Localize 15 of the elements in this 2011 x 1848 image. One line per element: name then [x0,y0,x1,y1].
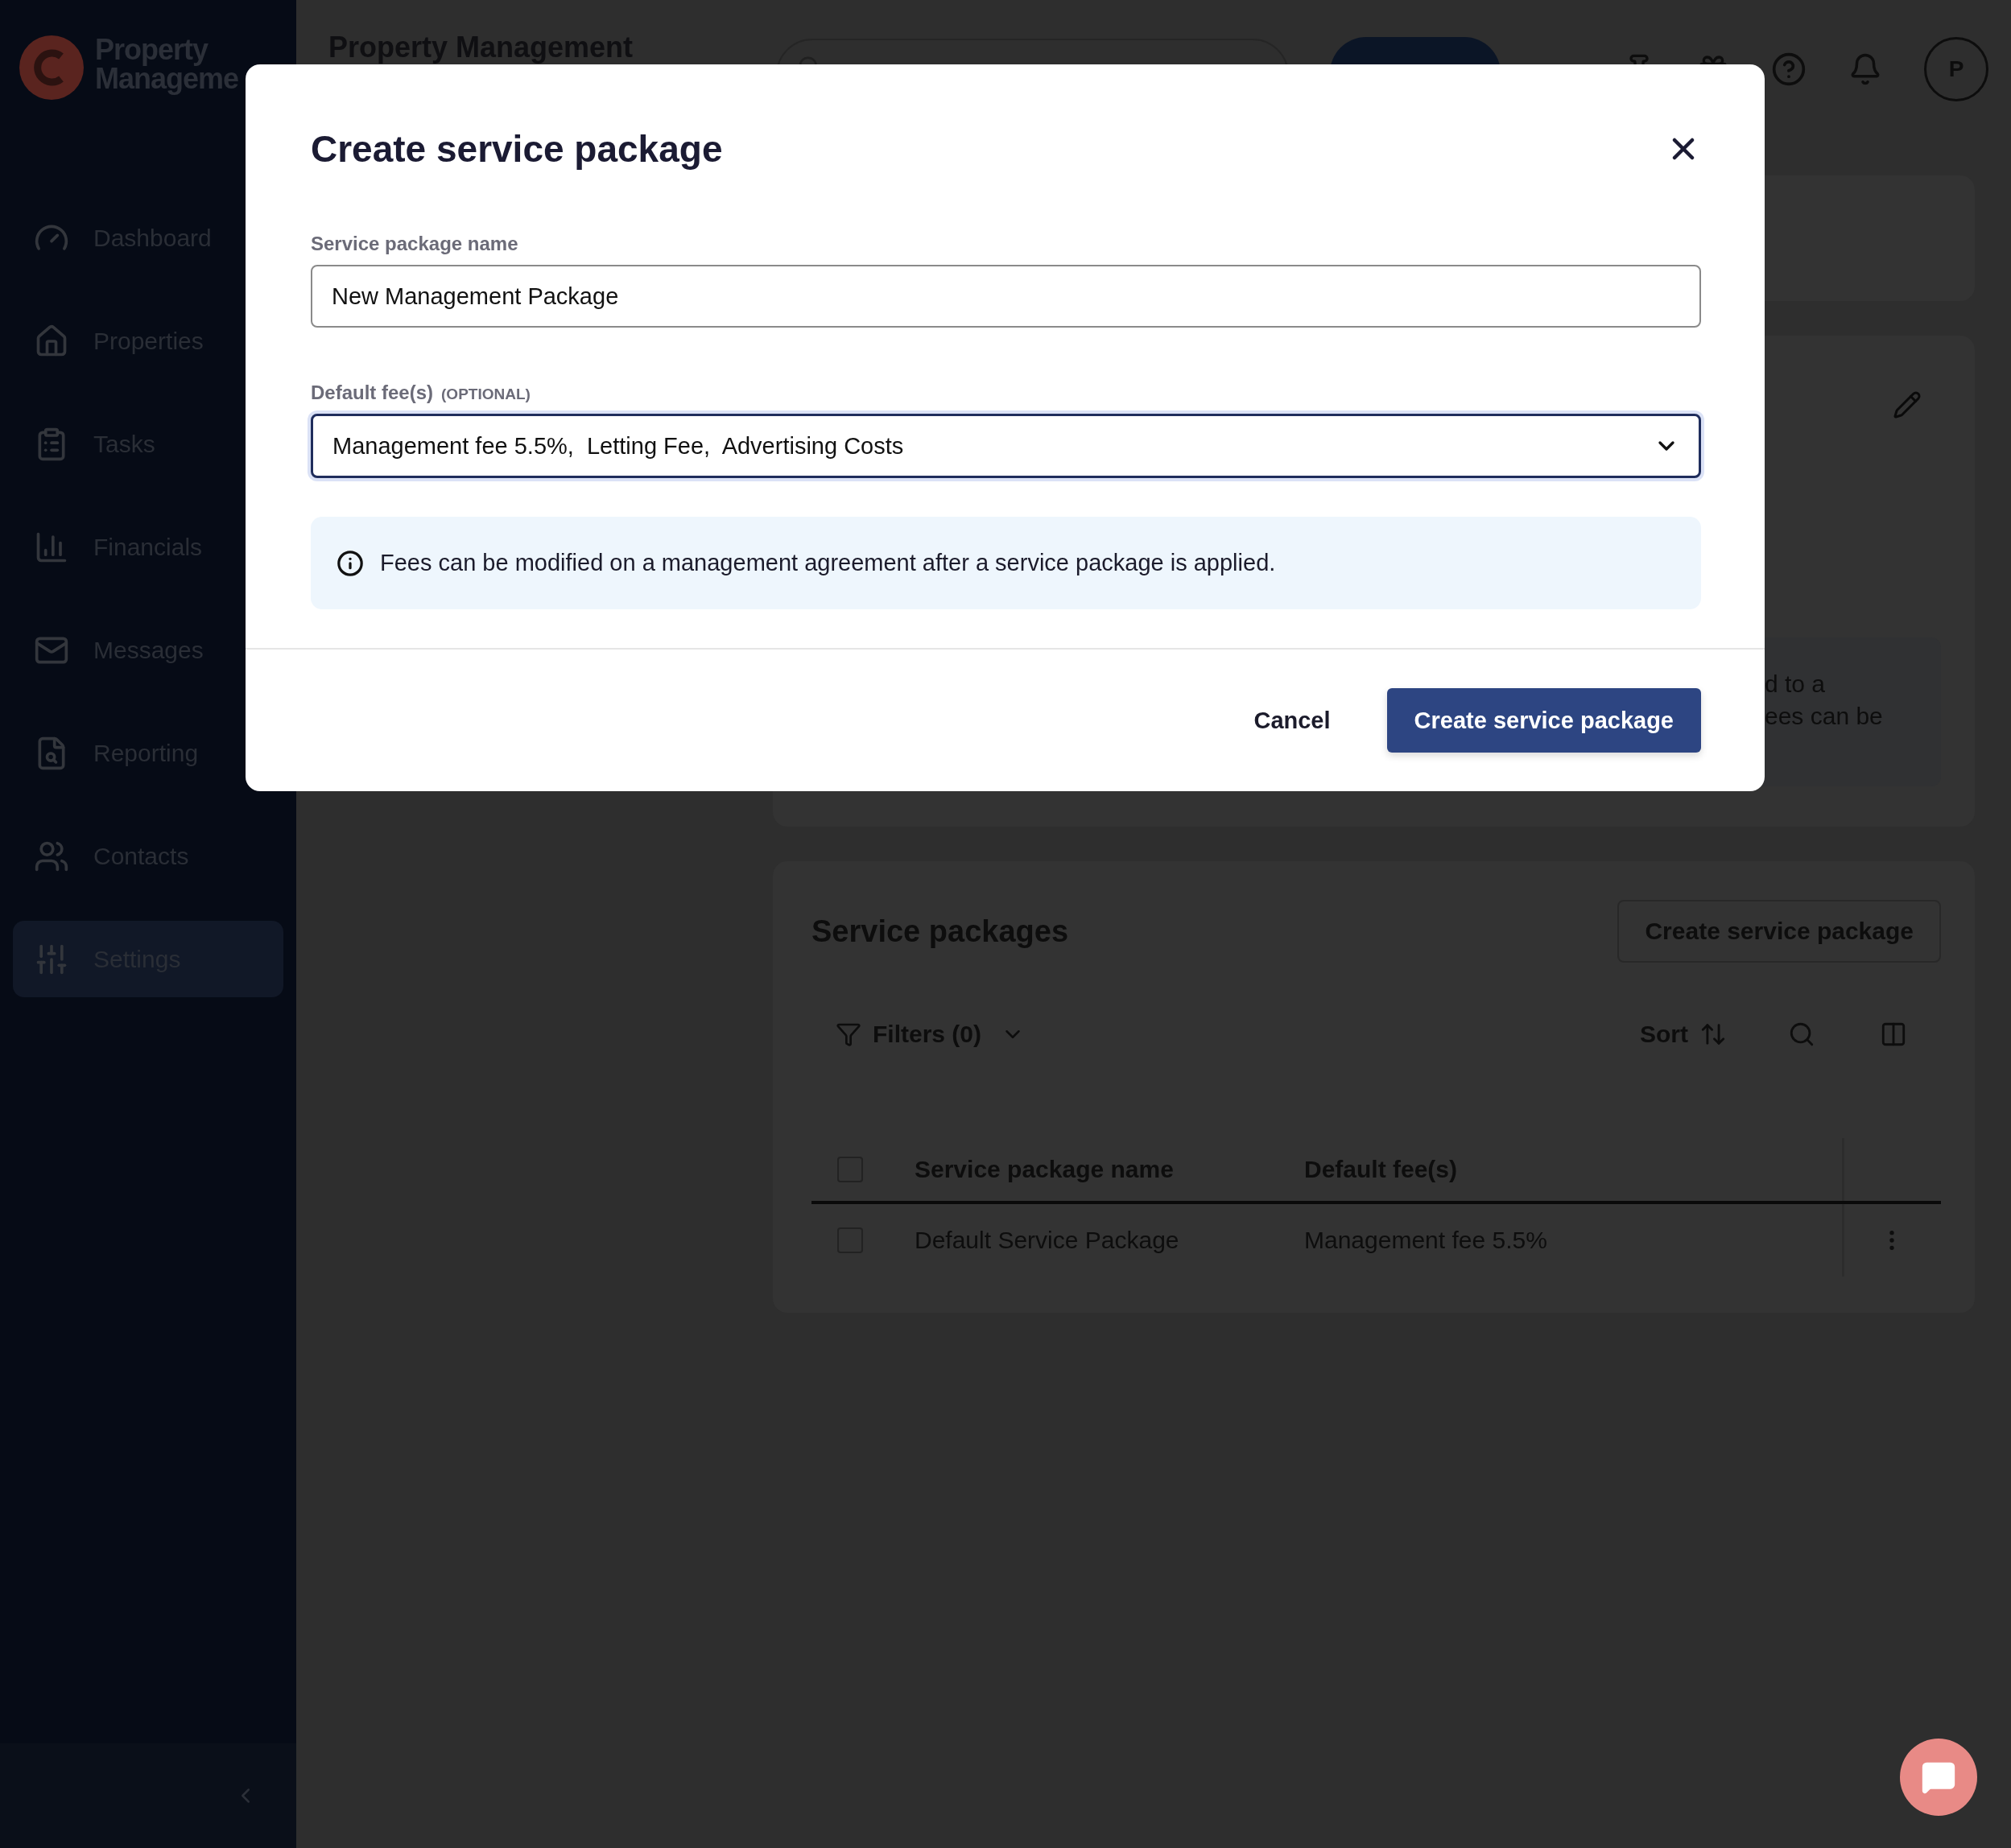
field-label: Service package name [311,233,518,255]
input-field[interactable]: New Management Package [311,265,1701,328]
columns-icon[interactable] [1880,1021,1907,1048]
edit-icon[interactable] [1893,390,1922,419]
search-icon[interactable] [1788,1021,1815,1048]
cancel-button[interactable]: Cancel [1226,688,1358,753]
create-button[interactable]: Create service package [1386,688,1701,753]
optional-tag: (OPTIONAL) [441,386,531,403]
field-label: Default fee(s) [311,382,434,404]
help-icon[interactable] [1771,52,1807,87]
logo-icon [19,35,84,100]
info-text: Fees can be modified on a management agreement after a service package is applied. [380,550,1276,576]
info-icon [337,549,364,577]
filter-icon[interactable] [836,1021,861,1047]
dialog-title: Create service package [311,127,723,171]
